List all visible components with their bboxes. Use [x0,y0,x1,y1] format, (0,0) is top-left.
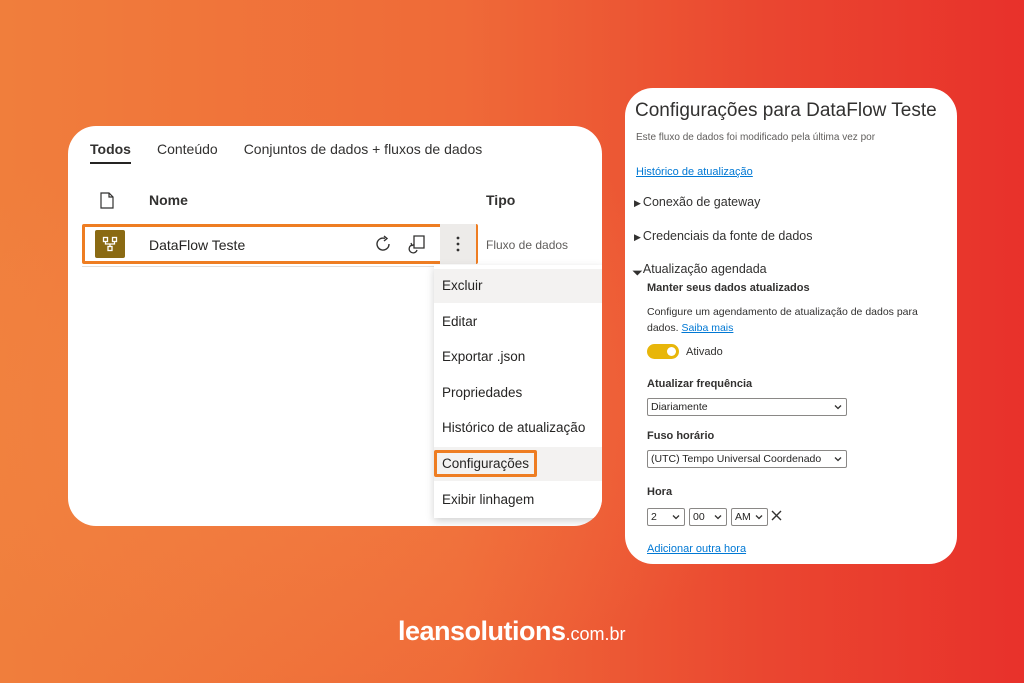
timezone-label: Fuso horário [647,430,715,442]
brand-logo: leansolutions.com.br [398,616,626,647]
frequency-select[interactable]: Diariamente [647,398,847,416]
minute-value: 00 [693,511,705,523]
time-label: Hora [647,486,673,498]
menu-item-configuracoes[interactable]: Configurações [434,447,602,481]
caret-down-icon: ◢ [631,264,644,277]
menu-item-exportar-json[interactable]: Exportar .json [434,340,602,374]
chevron-down-icon [834,405,842,410]
ampm-value: AM [735,511,751,523]
tab-todos[interactable]: Todos [90,134,131,164]
chevron-down-icon [834,457,842,462]
table-row-dataflow[interactable]: DataFlow Teste [82,224,478,264]
section-gateway-label: Conexão de gateway [642,195,761,209]
more-options-icon [456,236,460,252]
remove-time-icon[interactable] [770,509,783,522]
workspace-content-panel: Todos Conteúdo Conjuntos de dados + flux… [68,126,602,526]
brand-name: leansolutions [398,616,566,646]
frequency-value: Diariamente [651,401,708,413]
column-header-type[interactable]: Tipo [486,192,515,208]
settings-subtitle: Este fluxo de dados foi modificado pela … [636,132,876,143]
column-header-name[interactable]: Nome [149,192,188,208]
toggle-label: Ativado [686,346,723,358]
content-tabs: Todos Conteúdo Conjuntos de dados + flux… [90,134,508,164]
refresh-icon[interactable] [372,233,394,255]
context-menu: Excluir Editar Exportar .json Propriedad… [434,265,602,518]
timezone-select[interactable]: (UTC) Tempo Universal Coordenado [647,450,847,468]
menu-item-configuracoes-label: Configurações [434,450,538,477]
learn-more-link[interactable]: Saiba mais [681,322,733,334]
ampm-select[interactable]: AM [731,508,768,526]
hour-select[interactable]: 2 [647,508,685,526]
menu-item-excluir[interactable]: Excluir [434,269,602,303]
tab-datasets-dataflows[interactable]: Conjuntos de dados + fluxos de dados [244,134,483,164]
more-options-button[interactable] [440,224,476,264]
menu-item-propriedades[interactable]: Propriedades [434,376,602,410]
settings-panel: Configurações para DataFlow Teste Este f… [625,88,957,564]
add-another-time-link[interactable]: Adicionar outra hora [647,543,746,555]
schedule-refresh-icon[interactable] [408,233,430,255]
tab-conteudo[interactable]: Conteúdo [157,134,218,164]
keep-updated-heading: Manter seus dados atualizados [647,282,810,294]
brand-domain: .com.br [565,624,626,644]
caret-right-icon: ▶ [634,198,641,208]
hour-value: 2 [651,511,657,523]
dataflow-name[interactable]: DataFlow Teste [149,237,245,253]
scheduled-refresh-toggle[interactable] [647,344,679,359]
frequency-label: Atualizar frequência [647,378,753,390]
toggle-knob [667,347,676,356]
description-text: Configure um agendamento de atualização … [647,306,918,318]
menu-item-editar[interactable]: Editar [434,305,602,339]
description-text-2: dados. [647,322,679,334]
chevron-down-icon [672,515,680,520]
section-data-source-credentials[interactable]: ▶ Credenciais da fonte de dados [634,229,812,243]
scheduled-refresh-description: Configure um agendamento de atualização … [647,304,947,336]
dataflow-type: Fluxo de dados [486,238,569,252]
settings-title: Configurações para DataFlow Teste [635,100,937,121]
dataflow-icon [95,230,125,258]
refresh-history-link[interactable]: Histórico de atualização [636,166,753,178]
document-icon [100,192,114,209]
section-credentials-label: Credenciais da fonte de dados [642,229,813,243]
minute-select[interactable]: 00 [689,508,727,526]
menu-item-historico[interactable]: Histórico de atualização [434,411,602,445]
chevron-down-icon [755,515,763,520]
timezone-value: (UTC) Tempo Universal Coordenado [651,453,822,465]
chevron-down-icon [714,515,722,520]
section-scheduled-label: Atualização agendada [642,262,767,276]
section-scheduled-refresh[interactable]: ◢Atualização agendada [631,262,767,277]
caret-right-icon: ▶ [634,232,641,242]
menu-item-exibir-linhagem[interactable]: Exibir linhagem [434,483,602,517]
section-gateway-connection[interactable]: ▶ Conexão de gateway [634,195,760,209]
